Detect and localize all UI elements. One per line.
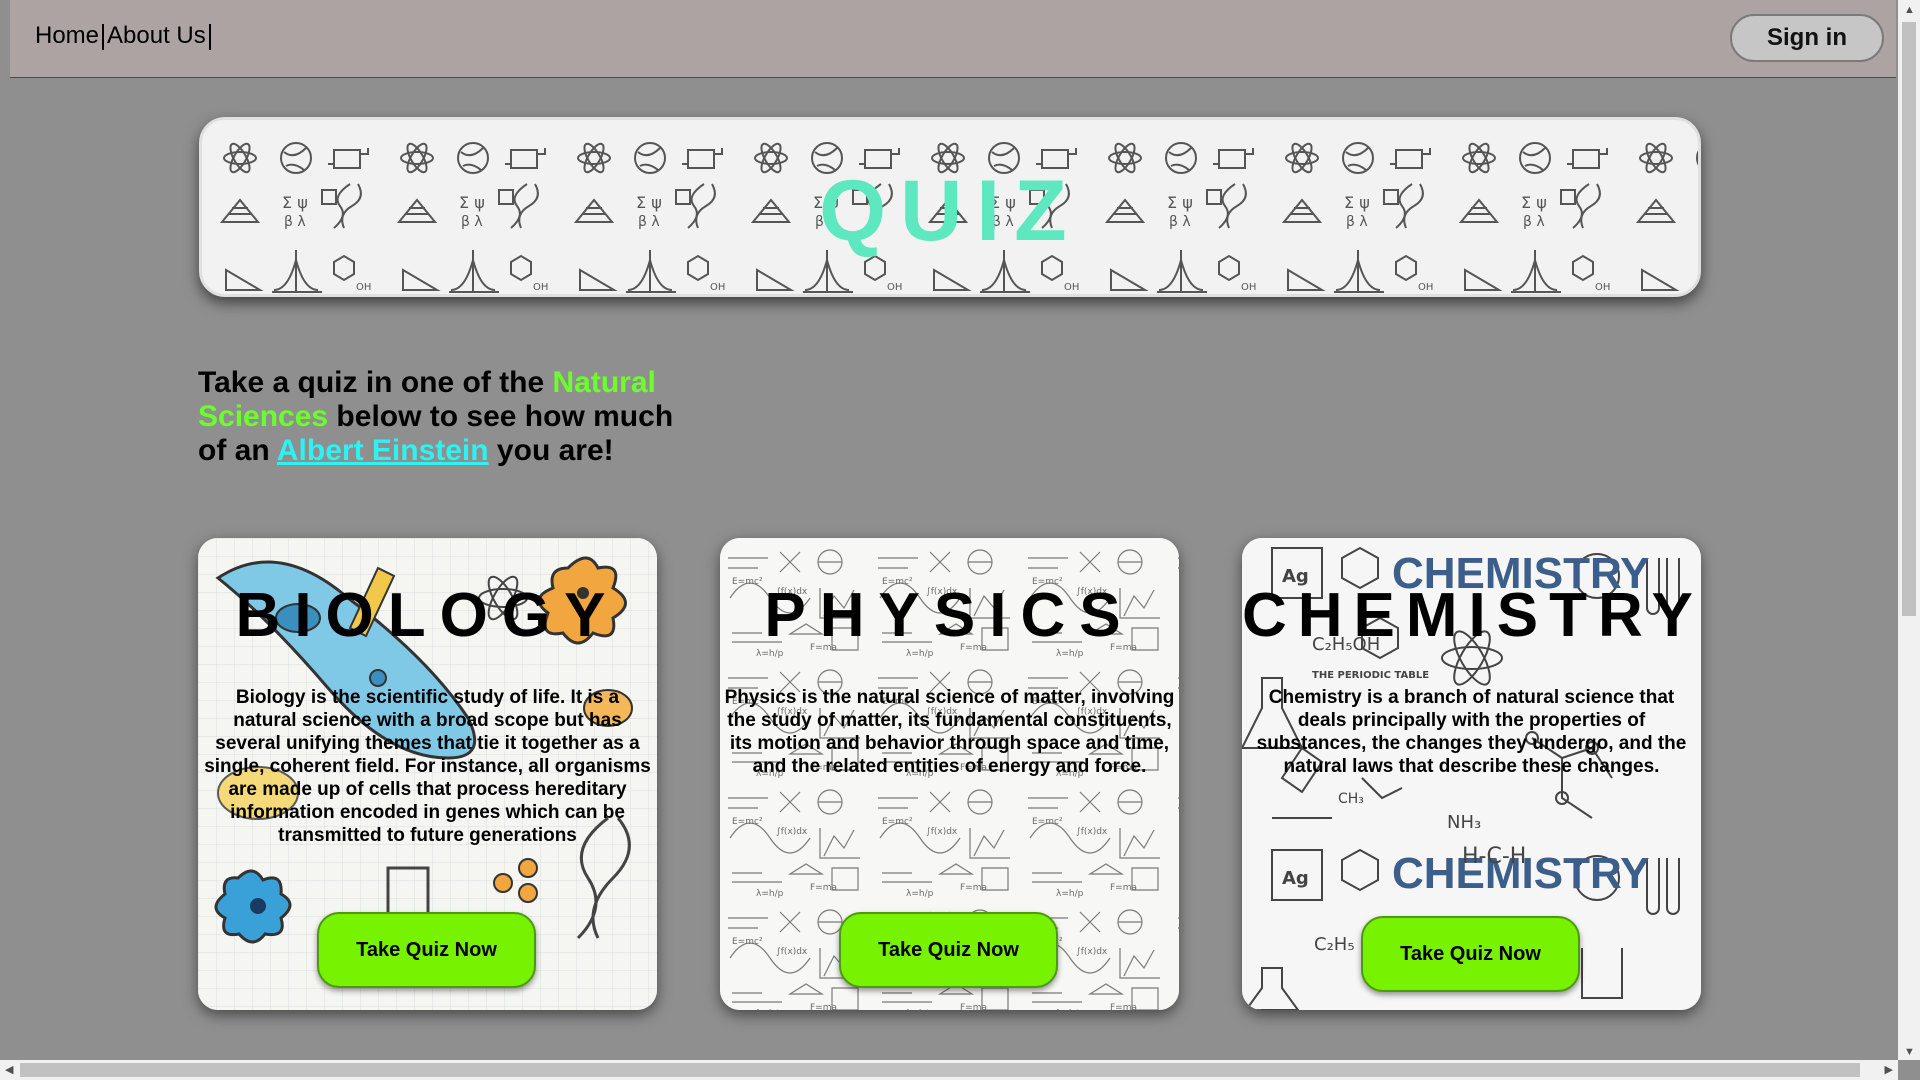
biology-take-quiz-button[interactable]: Take Quiz Now: [317, 912, 536, 988]
biology-title: BIOLOGY: [235, 581, 620, 650]
biology-description: Biology is the scientific study of life.…: [204, 687, 651, 846]
chemistry-title: CHEMISTRY: [1242, 581, 1701, 650]
intro-text: Take a quiz in one of the Natural Scienc…: [198, 366, 678, 468]
scroll-right-icon[interactable]: ▶: [1885, 1063, 1893, 1076]
navbar: Home About Us Sign in: [10, 0, 1896, 78]
horizontal-scroll-thumb[interactable]: [20, 1063, 1860, 1077]
albert-einstein-link[interactable]: Albert Einstein: [277, 434, 489, 467]
physics-description: Physics is the natural science of matter…: [724, 687, 1175, 777]
chemistry-card: CHEMISTRY CHEMISTRY Ag Ag C₂H₅OH C₂H₅ TH…: [1242, 538, 1701, 1010]
svg-text:C₂H₅: C₂H₅: [1314, 934, 1355, 955]
svg-text:Ag: Ag: [1282, 868, 1309, 889]
svg-text:CH₃: CH₃: [1338, 791, 1364, 807]
horizontal-scrollbar[interactable]: ◀ ▶: [0, 1060, 1898, 1080]
scroll-down-icon[interactable]: ▼: [1904, 1046, 1915, 1058]
intro-part1: Take a quiz in one of the: [198, 366, 553, 399]
svg-text:H-C-H: H-C-H: [1462, 844, 1526, 869]
vertical-scroll-thumb[interactable]: [1902, 22, 1916, 616]
nav-home-link[interactable]: Home: [35, 22, 99, 49]
physics-card: E=mc² ∫f(x)dx F=ma λ=h/p PHYSICS Physics…: [720, 538, 1179, 1010]
biology-card: BIOLOGY Biology is the scientific study …: [198, 538, 657, 1010]
chemistry-description: Chemistry is a branch of natural science…: [1256, 687, 1687, 777]
banner-title: QUIZ: [819, 163, 1081, 259]
svg-text:THE PERIODIC TABLE: THE PERIODIC TABLE: [1312, 670, 1429, 681]
scroll-left-icon[interactable]: ◀: [5, 1063, 13, 1076]
svg-text:NH₃: NH₃: [1447, 812, 1481, 833]
nav-links: Home About Us: [35, 22, 214, 50]
nav-about-link[interactable]: About Us: [107, 22, 206, 49]
physics-take-quiz-button[interactable]: Take Quiz Now: [839, 912, 1058, 988]
sign-in-button[interactable]: Sign in: [1730, 14, 1884, 62]
scroll-up-icon[interactable]: ▲: [1904, 4, 1915, 16]
physics-title: PHYSICS: [764, 581, 1135, 650]
quiz-banner: Σ ψ β λ OH QUIZ: [199, 117, 1701, 297]
nav-divider: [208, 23, 211, 50]
nav-divider: [102, 23, 105, 50]
vertical-scrollbar[interactable]: ▲ ▼: [1898, 0, 1920, 1060]
intro-part3: you are!: [488, 434, 614, 467]
chemistry-take-quiz-button[interactable]: Take Quiz Now: [1361, 916, 1580, 992]
